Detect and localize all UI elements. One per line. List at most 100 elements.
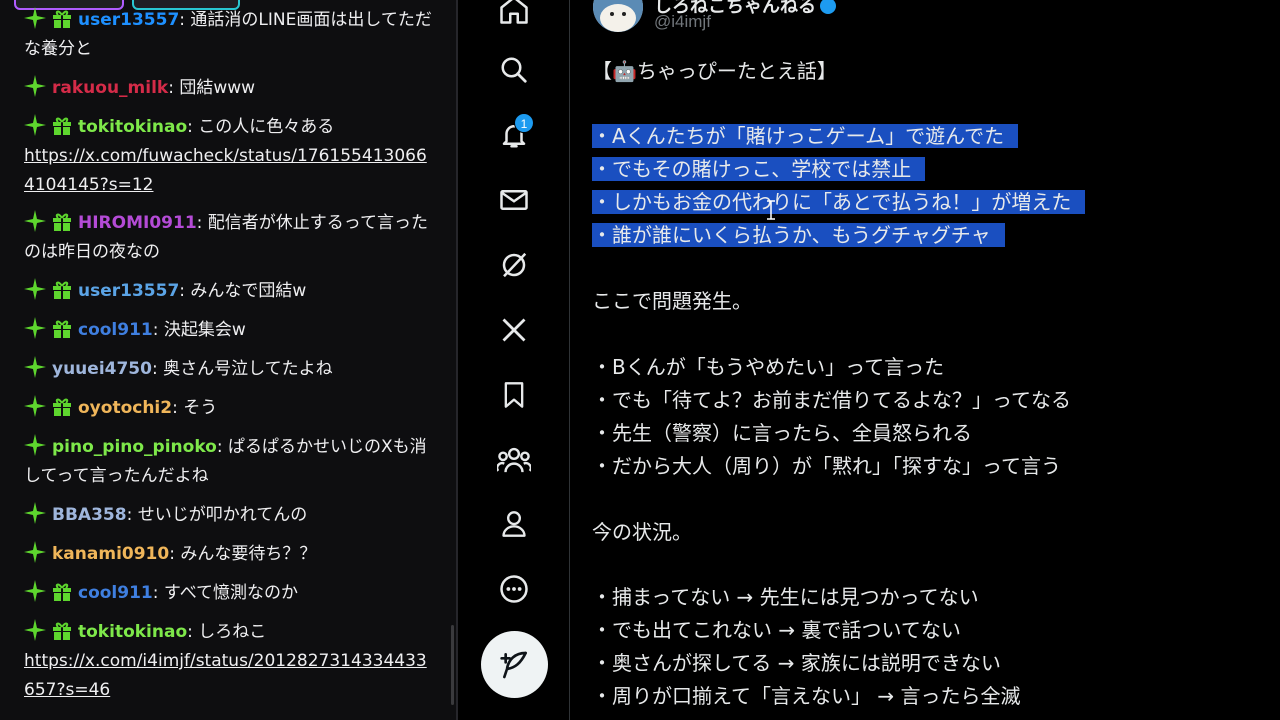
chat-message: user13557: 通話消のLINE画面は出してただな養分と xyxy=(24,6,436,64)
chat-message-text: この人に色々ある xyxy=(198,117,335,137)
sparkle-badge-icon[interactable] xyxy=(24,434,46,456)
chat-message: cool911: すべて憶測なのか xyxy=(24,579,436,608)
post-problem-line: ・先生（警察）に言ったら、全員怒られる xyxy=(592,421,972,445)
gift-badge-icon[interactable] xyxy=(52,116,72,135)
gift-badge-icon[interactable] xyxy=(52,397,72,416)
chat-username[interactable]: yuuei4750 xyxy=(52,359,152,379)
chat-message: oyotochi2: そう xyxy=(24,394,436,423)
chat-message-text: せいじが叩かれてんの xyxy=(137,505,308,525)
post-status-line: ・捕まってない → 先生には見つかってない xyxy=(592,585,979,609)
author-handle[interactable]: @i4imjf xyxy=(654,12,711,32)
sparkle-badge-icon[interactable] xyxy=(24,502,46,524)
chat-message: HIROMI0911: 配信者が休止するって言ったのは昨日の夜なの xyxy=(24,209,436,267)
gift-badge-icon[interactable] xyxy=(52,280,72,299)
chat-username[interactable]: user13557 xyxy=(78,10,179,30)
notification-count-badge: 1 xyxy=(514,113,534,133)
chat-link[interactable]: https://x.com/fuwacheck/status/176155413… xyxy=(24,146,427,195)
chat-message: yuuei4750: 奥さん号泣してたよね xyxy=(24,355,436,384)
post-detail: しろねこちゃんねる @i4imjf 【🤖ちゃっぴーたとえ話】 ・Aくんたちが「賭… xyxy=(571,0,1280,720)
x-logo-icon[interactable] xyxy=(494,310,534,350)
chat-username[interactable]: cool911 xyxy=(78,583,153,603)
chat-separator: : xyxy=(172,398,184,418)
chat-panel: user13557: 通話消のLINE画面は出してただな養分と rakuou_mi… xyxy=(0,0,456,720)
sparkle-badge-icon[interactable] xyxy=(24,580,46,602)
sparkle-badge-icon[interactable] xyxy=(24,317,46,339)
sparkle-badge-icon[interactable] xyxy=(24,75,46,97)
chat-username[interactable]: rakuou_milk xyxy=(52,78,168,98)
compose-button[interactable] xyxy=(481,631,548,698)
chat-username[interactable]: kanami0910 xyxy=(52,544,169,564)
gift-badge-icon[interactable] xyxy=(52,582,72,601)
post-highlighted-line: ・Aくんたちが「賭けっこゲーム」で遊んでた xyxy=(592,120,1019,152)
gift-badge-icon[interactable] xyxy=(52,319,72,338)
chat-separator: : xyxy=(152,583,164,603)
search-icon[interactable] xyxy=(494,50,534,90)
chat-separator: : xyxy=(187,622,199,642)
compose-icon xyxy=(499,651,527,678)
sparkle-badge-icon[interactable] xyxy=(24,278,46,300)
sparkle-badge-icon[interactable] xyxy=(24,541,46,563)
chat-username[interactable]: oyotochi2 xyxy=(78,398,172,418)
post-title: 【🤖ちゃっぴーたとえ話】 xyxy=(592,59,837,83)
profile-icon[interactable] xyxy=(494,504,534,544)
post-highlighted-line: ・でもその賭けっこ、学校では禁止 xyxy=(592,153,926,185)
text-cursor-icon xyxy=(767,200,775,220)
avatar[interactable] xyxy=(593,0,643,32)
grok-icon[interactable] xyxy=(494,245,534,285)
chat-message: kanami0910: みんな要待ち？？ xyxy=(24,540,436,569)
more-circle-icon[interactable] xyxy=(494,569,534,609)
chat-message: BBA358: せいじが叩かれてんの xyxy=(24,501,436,530)
post-highlighted-line: ・しかもお金の代わりに「あとで払うね！」が増えた xyxy=(592,186,1086,218)
chat-message-text: みんなで団結w xyxy=(190,281,307,301)
chat-message-text: 団結www xyxy=(179,78,256,98)
chat-message: rakuou_milk: 団結www xyxy=(24,74,436,103)
home-icon[interactable] xyxy=(494,0,534,30)
bookmark-icon[interactable] xyxy=(494,375,534,415)
sparkle-badge-icon[interactable] xyxy=(24,7,46,29)
sparkle-badge-icon[interactable] xyxy=(24,619,46,641)
chat-message-text: そう xyxy=(183,398,218,418)
chat-message-text: しろねこ xyxy=(198,622,267,642)
sparkle-badge-icon[interactable] xyxy=(24,210,46,232)
gift-badge-icon[interactable] xyxy=(52,621,72,640)
sparkle-badge-icon[interactable] xyxy=(24,356,46,378)
communities-icon[interactable] xyxy=(494,440,534,480)
chat-separator: : xyxy=(151,359,164,379)
post-problem-line: ・でも「待てよ？お前まだ借りてるよな？」ってなる xyxy=(592,388,1071,412)
chat-separator: : xyxy=(126,505,138,525)
gift-badge-icon[interactable] xyxy=(52,212,72,231)
chat-message-text: すべて憶測なのか xyxy=(163,583,299,603)
post-problem-line: ・だから大人（周り）が「黙れ」「探すな」って言う xyxy=(592,454,1061,478)
chat-username[interactable]: tokitokinao xyxy=(78,622,187,642)
chat-separator: : xyxy=(179,281,191,301)
chat-separator: : xyxy=(179,10,191,30)
chat-message: tokitokinao: この人に色々ある https://x.com/fuwac… xyxy=(24,113,436,200)
chat-scrollbar[interactable] xyxy=(451,625,454,705)
chat-username[interactable]: user13557 xyxy=(78,281,179,301)
post-status-heading: 今の状況。 xyxy=(592,520,692,544)
chat-message: tokitokinao: しろねこ https://x.com/i4imjf/st… xyxy=(24,618,436,705)
post-problem-heading: ここで問題発生。 xyxy=(592,289,752,313)
chat-username[interactable]: tokitokinao xyxy=(78,117,187,137)
chat-username[interactable]: pino_pino_pinoko xyxy=(52,437,217,457)
chat-username[interactable]: cool911 xyxy=(78,320,153,340)
chat-separator: : xyxy=(196,213,208,233)
post-status-line: ・奥さんが探してる → 家族には説明できない xyxy=(592,651,1001,675)
mail-icon[interactable] xyxy=(494,180,534,220)
post-status-line: ・でも出てこれない → 裏で話ついてない xyxy=(592,618,961,642)
nav-rail: 1 xyxy=(458,0,570,720)
chat-message: user13557: みんなで団結w xyxy=(24,277,436,306)
chat-link[interactable]: https://x.com/i4imjf/status/201282731433… xyxy=(24,651,427,700)
chat-separator: : xyxy=(216,437,229,457)
verified-icon xyxy=(820,0,836,14)
chat-separator: : xyxy=(169,544,181,564)
chat-message: pino_pino_pinoko: ぱるぱるかせいじのXも消してって言ったんだよ… xyxy=(24,433,436,491)
chat-username[interactable]: BBA358 xyxy=(52,505,127,525)
chat-message-text: みんな要待ち？？ xyxy=(180,544,317,564)
sparkle-badge-icon[interactable] xyxy=(24,395,46,417)
sparkle-badge-icon[interactable] xyxy=(24,114,46,136)
gift-badge-icon[interactable] xyxy=(52,9,72,28)
chat-separator: : xyxy=(187,117,199,137)
chat-username[interactable]: HIROMI0911 xyxy=(78,213,197,233)
post-more-icon[interactable] xyxy=(1239,0,1263,8)
